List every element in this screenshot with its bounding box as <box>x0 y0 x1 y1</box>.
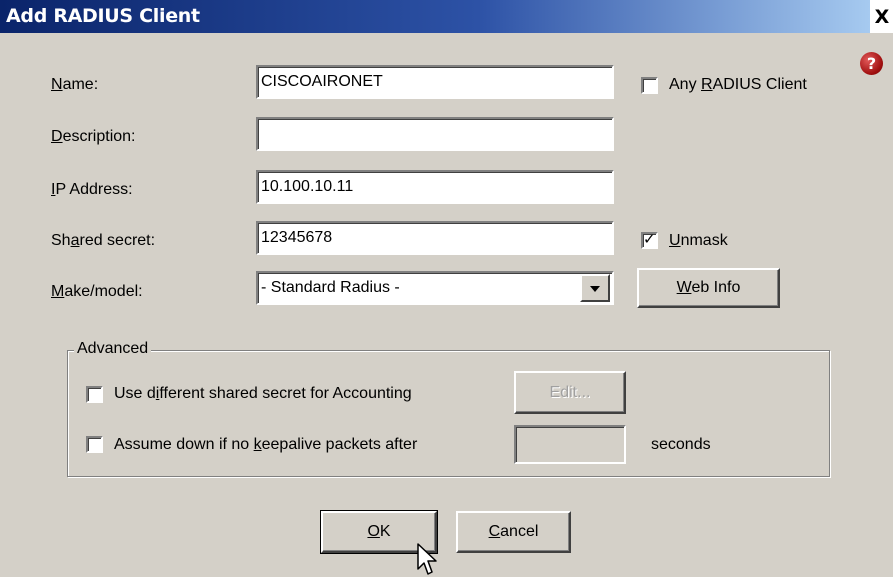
web-info-button[interactable]: Web Info <box>637 268 780 308</box>
name-field[interactable]: CISCOAIRONET <box>256 65 614 99</box>
edit-button[interactable]: Edit... <box>514 371 626 414</box>
any-radius-client-label: Any RADIUS Client <box>669 76 807 93</box>
seconds-label: seconds <box>651 436 711 453</box>
unmask-check-icon: ✓ <box>643 230 656 248</box>
chevron-down-icon <box>590 286 600 292</box>
description-field[interactable] <box>256 117 614 151</box>
window-title: Add RADIUS Client <box>6 5 200 27</box>
close-button[interactable]: X <box>872 6 892 28</box>
keepalive-seconds-field[interactable] <box>514 425 626 464</box>
keepalive-label: Assume down if no keepalive packets afte… <box>114 436 418 453</box>
accounting-secret-checkbox[interactable] <box>86 386 103 403</box>
name-label-rest: ame: <box>62 76 99 93</box>
title-bar: Add RADIUS Client X <box>0 0 893 33</box>
make-model-label: Make/model: <box>51 283 143 300</box>
unmask-checkbox[interactable]: ✓ <box>641 230 658 249</box>
ip-address-label: IP Address: <box>51 181 133 198</box>
make-model-dropdown-button[interactable] <box>580 274 610 302</box>
cancel-button[interactable]: Cancel <box>456 511 571 553</box>
make-model-select[interactable]: - Standard Radius - <box>256 271 614 305</box>
ip-address-field[interactable]: 10.100.10.11 <box>256 170 614 204</box>
accounting-secret-label: Use different shared secret for Accounti… <box>114 385 412 402</box>
cancel-label-rest: ancel <box>500 523 539 540</box>
description-label: Description: <box>51 128 136 145</box>
ok-label-rest: K <box>379 523 391 540</box>
make-model-value: - Standard Radius - <box>261 279 400 296</box>
advanced-groupbox <box>67 350 830 477</box>
web-info-label-rest: eb Info <box>691 279 741 296</box>
add-radius-client-dialog: Add RADIUS Client X ? Name: CISCOAIRONET… <box>0 0 893 577</box>
help-icon[interactable]: ? <box>860 52 883 75</box>
shared-secret-label: Shared secret: <box>51 232 156 249</box>
keepalive-checkbox[interactable] <box>86 436 103 453</box>
shared-secret-field[interactable]: 12345678 <box>256 221 614 255</box>
mouse-pointer-icon <box>417 543 437 575</box>
unmask-label: Unmask <box>669 232 728 249</box>
advanced-group-title: Advanced <box>74 340 152 358</box>
any-radius-client-checkbox[interactable] <box>641 77 658 94</box>
name-label: Name: <box>51 76 99 93</box>
